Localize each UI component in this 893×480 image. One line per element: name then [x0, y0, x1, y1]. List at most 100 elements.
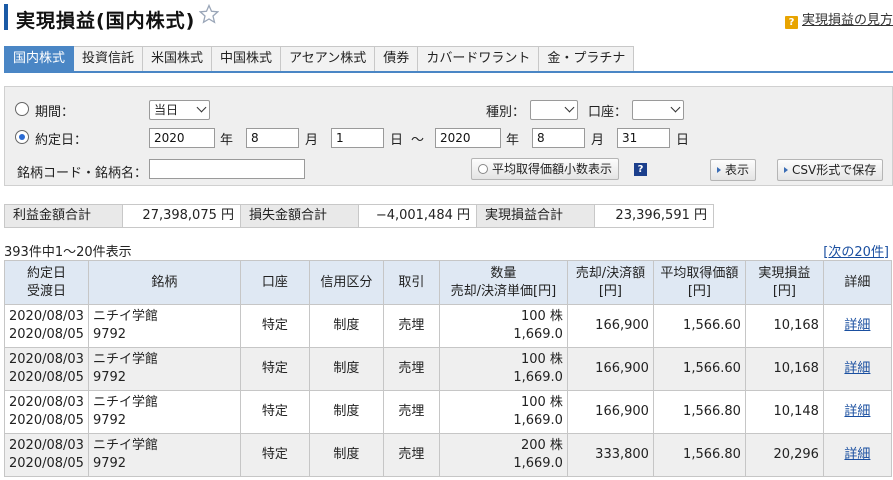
- col-amount-unit: [円]: [598, 283, 623, 299]
- col-detail: 詳細: [822, 260, 892, 305]
- realized-pl-cell: 10,148: [744, 390, 824, 434]
- contract-date: 2020/08/03: [9, 309, 84, 324]
- tab-china-stock[interactable]: 中国株式: [212, 46, 282, 72]
- quantity: 100 株: [520, 352, 563, 367]
- detail-cell: 詳細: [822, 433, 892, 477]
- quantity-cell: 100 株 1,669.0: [438, 390, 568, 434]
- detail-link[interactable]: 詳細: [844, 361, 870, 376]
- table-header-row: 約定日 受渡日 銘柄 口座 信用区分 取引 数量 売却/決済単価[円] 売却/決済額…: [4, 260, 892, 305]
- col-realized-pl: 実現損益 [円]: [744, 260, 824, 305]
- col-credit: 信用区分: [308, 260, 384, 305]
- avg-decimal-button[interactable]: 平均取得価額小数表示: [471, 158, 620, 180]
- stock-cell: ニチイ学館 9792: [87, 433, 241, 477]
- col-amount: 売却/決済額 [円]: [566, 260, 654, 305]
- help-icon[interactable]: ?: [634, 163, 647, 176]
- avg-cost-cell: 1,566.80: [652, 433, 746, 477]
- stock-code-label: 銘柄コード・銘柄名：: [17, 166, 148, 181]
- avg-decimal-label: 平均取得価額小数表示: [492, 162, 613, 176]
- trade-cell: 売埋: [382, 304, 440, 348]
- unit-price: 1,669.0: [513, 327, 563, 342]
- col-realized-pl-label: 実現損益: [758, 265, 811, 281]
- col-realized-pl-unit: [円]: [772, 283, 797, 299]
- show-button[interactable]: 表示: [710, 159, 757, 181]
- detail-cell: 詳細: [822, 304, 892, 348]
- arrow-right-icon: [784, 167, 788, 173]
- help-link[interactable]: ? 実現損益の見方: [784, 9, 893, 29]
- month-unit: 月: [591, 133, 605, 148]
- favorite-star-icon[interactable]: [199, 4, 219, 24]
- to-month-input[interactable]: 8: [532, 128, 585, 148]
- help-link-label: 実現損益の見方: [801, 13, 893, 28]
- to-year-input[interactable]: 2020: [435, 128, 501, 148]
- tab-us-stock[interactable]: 米国株式: [143, 46, 213, 72]
- tab-covered-warrant[interactable]: カバードワラント: [418, 46, 540, 72]
- chevron-down-icon: [670, 102, 681, 113]
- tab-domestic-stock[interactable]: 国内株式: [4, 46, 75, 72]
- credit-cell: 制度: [308, 433, 384, 477]
- period-radio[interactable]: [15, 102, 29, 116]
- settle-date: 2020/08/05: [9, 456, 84, 471]
- tab-bonds[interactable]: 債券: [375, 46, 419, 72]
- period-label: 期間：: [35, 105, 75, 120]
- stock-code-input[interactable]: [149, 159, 305, 179]
- account-cell: 特定: [239, 390, 310, 434]
- dates-cell: 2020/08/03 2020/08/05: [4, 390, 89, 434]
- results-table: 約定日 受渡日 銘柄 口座 信用区分 取引 数量 売却/決済単価[円] 売却/決済額…: [4, 260, 892, 477]
- profit-total-label: 利益金額合計: [5, 205, 123, 227]
- from-day-input[interactable]: 1: [331, 128, 384, 148]
- csv-save-button[interactable]: CSV形式で保存: [777, 159, 884, 181]
- col-amount-label: 売却/決済額: [575, 265, 646, 281]
- from-year-input[interactable]: 2020: [149, 128, 215, 148]
- stock-cell: ニチイ学館 9792: [87, 347, 241, 391]
- detail-cell: 詳細: [822, 347, 892, 391]
- col-settle-date: 受渡日: [26, 283, 66, 299]
- page-title: 実現損益(国内株式): [16, 10, 196, 32]
- quantity-cell: 200 株 1,669.0: [438, 433, 568, 477]
- quantity: 200 株: [520, 438, 563, 453]
- tab-gold-platinum[interactable]: 金・プラチナ: [539, 46, 635, 72]
- period-select[interactable]: 当日: [149, 100, 210, 120]
- detail-link[interactable]: 詳細: [844, 447, 870, 462]
- account-label: 口座：: [588, 105, 628, 120]
- help-icon: ?: [784, 16, 798, 29]
- trade-cell: 売埋: [382, 390, 440, 434]
- tab-asean-stock[interactable]: アセアン株式: [281, 46, 376, 72]
- to-day-input[interactable]: 31: [617, 128, 670, 148]
- col-avg-cost: 平均取得価額 [円]: [652, 260, 746, 305]
- table-row: 2020/08/03 2020/08/05 ニチイ学館 9792 特定 制度 売埋 …: [4, 304, 892, 348]
- stock-cell: ニチイ学館 9792: [87, 390, 241, 434]
- col-avg-cost-label: 平均取得価額: [660, 265, 739, 281]
- type-select[interactable]: [530, 100, 578, 120]
- amount-cell: 333,800: [566, 433, 654, 477]
- contract-date: 2020/08/03: [9, 352, 84, 367]
- stock-name: ニチイ学館: [92, 352, 158, 367]
- account-select[interactable]: [632, 100, 684, 120]
- realized-total-label: 実現損益合計: [477, 205, 595, 227]
- stock-code: 9792: [92, 327, 127, 342]
- tab-underline: [4, 71, 893, 73]
- col-dates: 約定日 受渡日: [4, 260, 89, 305]
- detail-link[interactable]: 詳細: [844, 318, 870, 333]
- contract-date-radio[interactable]: [15, 130, 29, 144]
- tab-investment-trust[interactable]: 投資信託: [74, 46, 144, 72]
- arrow-right-icon: [717, 167, 721, 173]
- detail-cell: 詳細: [822, 390, 892, 434]
- realized-pl-cell: 20,296: [744, 433, 824, 477]
- stock-cell: ニチイ学館 9792: [87, 304, 241, 348]
- stock-code: 9792: [92, 413, 127, 428]
- csv-button-label: CSV形式で保存: [792, 163, 877, 177]
- detail-link[interactable]: 詳細: [844, 404, 870, 419]
- contract-date: 2020/08/03: [9, 395, 84, 410]
- avg-cost-cell: 1,566.80: [652, 390, 746, 434]
- trade-cell: 売埋: [382, 433, 440, 477]
- show-button-label: 表示: [725, 163, 750, 177]
- amount-cell: 166,900: [566, 390, 654, 434]
- dates-cell: 2020/08/03 2020/08/05: [4, 433, 89, 477]
- next-page-link[interactable]: [次の20件]: [823, 241, 889, 260]
- month-unit: 月: [305, 133, 319, 148]
- col-avg-cost-unit: [円]: [687, 283, 712, 299]
- profit-total-value: 27,398,075 円: [123, 205, 241, 227]
- stock-name: ニチイ学館: [92, 438, 158, 453]
- from-month-input[interactable]: 8: [246, 128, 299, 148]
- year-unit: 年: [220, 133, 234, 148]
